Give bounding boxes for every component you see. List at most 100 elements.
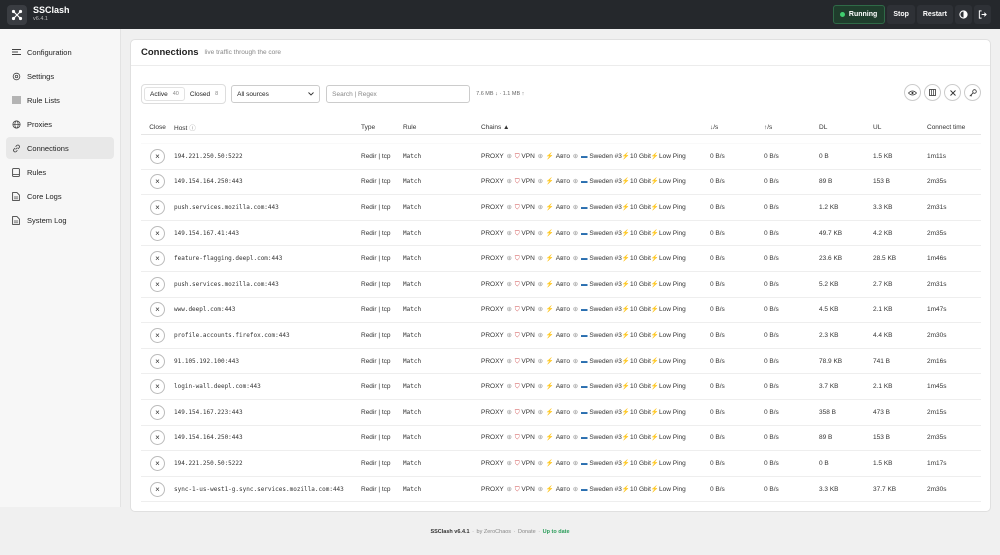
cell-chains: PROXY ⊕ ⛉ VPN ⊕ ⚡ Авто ⊕ ▬ Sweden #3⚡10 … bbox=[481, 177, 710, 186]
chain-arrow-icon: ⊕ bbox=[537, 280, 544, 288]
eye-icon[interactable] bbox=[904, 84, 921, 101]
sidebar-item-proxies[interactable]: Proxies bbox=[6, 113, 114, 135]
chain-arrow-icon: ⊕ bbox=[572, 203, 579, 211]
chain-tag: Low Ping bbox=[659, 331, 686, 339]
footer-author: by ZeroChaos bbox=[476, 529, 512, 535]
sidebar-item-settings[interactable]: Settings bbox=[6, 65, 114, 87]
columns-icon[interactable] bbox=[924, 84, 941, 101]
chain-vpn: VPN bbox=[521, 178, 535, 186]
chain-arrow-icon: ⊕ bbox=[572, 459, 579, 467]
link-icon bbox=[11, 143, 21, 153]
close-connection-button[interactable]: × bbox=[150, 199, 165, 215]
donate-link[interactable]: Donate bbox=[518, 529, 536, 535]
col-type[interactable]: Type bbox=[361, 124, 403, 131]
sidebar-item-connections[interactable]: Connections bbox=[6, 137, 114, 159]
chain-arrow-icon: ⊕ bbox=[572, 306, 579, 314]
bolt-icon: ⚡ bbox=[545, 229, 554, 237]
col-rule[interactable]: Rule bbox=[403, 124, 481, 131]
close-connection-button[interactable]: × bbox=[150, 379, 165, 395]
close-connection-button[interactable]: × bbox=[150, 430, 165, 446]
close-connection-button[interactable]: × bbox=[150, 148, 165, 164]
close-connection-button[interactable]: × bbox=[150, 481, 165, 497]
cell-type: Redir | tcp bbox=[361, 434, 391, 442]
bolt-icon: ⚡ bbox=[650, 459, 660, 467]
chain-proxy: PROXY bbox=[481, 178, 504, 186]
chain-node: Sweden #3 bbox=[589, 434, 622, 442]
cell-upload: 153 B bbox=[873, 178, 890, 186]
col-connect-time[interactable]: Connect time bbox=[927, 124, 981, 131]
close-connection-button[interactable]: × bbox=[150, 276, 165, 292]
cell-upload: 1.5 KB bbox=[873, 459, 893, 467]
sidebar-item-core-logs[interactable]: Core Logs bbox=[6, 185, 114, 207]
cell-upload: 28.5 KB bbox=[873, 255, 897, 263]
cell-connect-time: 1m47s bbox=[927, 306, 947, 314]
chain-tag: Low Ping bbox=[659, 357, 686, 365]
logout-icon[interactable] bbox=[974, 5, 991, 24]
close-connection-button[interactable]: × bbox=[150, 353, 165, 369]
col-upload-rate[interactable]: ↑/s bbox=[764, 124, 819, 131]
sidebar-item-rule-lists[interactable]: Rule Lists bbox=[6, 89, 114, 111]
chain-proxy: PROXY bbox=[481, 280, 504, 288]
shield-icon: ⛉ bbox=[514, 383, 520, 391]
chain-arrow-icon: ⊕ bbox=[506, 255, 512, 263]
sidebar-item-system-log[interactable]: System Log bbox=[6, 209, 114, 231]
cell-chains: PROXY ⊕ ⛉ VPN ⊕ ⚡ Авто ⊕ ▬ Sweden #3⚡10 … bbox=[481, 203, 710, 212]
close-connection-button[interactable]: × bbox=[150, 225, 165, 241]
cell-connect-time: 1m17s bbox=[927, 459, 947, 467]
shield-icon: ⛉ bbox=[514, 357, 520, 365]
col-chains[interactable]: Chains ▲ bbox=[481, 124, 710, 131]
chain-node: Sweden #3 bbox=[589, 306, 622, 314]
bolt-icon: ⚡ bbox=[545, 485, 554, 493]
flag-icon: ▬ bbox=[581, 306, 588, 314]
close-connection-button[interactable]: × bbox=[150, 174, 165, 190]
chain-arrow-icon: ⊕ bbox=[506, 229, 512, 237]
col-download[interactable]: DL bbox=[819, 124, 873, 131]
close-connection-button[interactable]: × bbox=[150, 302, 165, 318]
chain-arrow-icon: ⊕ bbox=[537, 229, 544, 237]
cell-download: 3.3 KB bbox=[819, 485, 839, 493]
tab-active[interactable]: Active 40 bbox=[144, 87, 185, 101]
restart-button[interactable]: Restart bbox=[916, 5, 953, 24]
col-host[interactable]: Host ⓘ bbox=[174, 122, 361, 132]
close-connection-button[interactable]: × bbox=[150, 404, 165, 420]
chain-auto: Авто bbox=[555, 485, 570, 493]
bolt-icon: ⚡ bbox=[545, 203, 554, 211]
close-connection-button[interactable]: × bbox=[150, 251, 165, 267]
chain-speed: 10 Gbit bbox=[629, 408, 651, 416]
col-download-rate[interactable]: ↓/s bbox=[710, 124, 764, 131]
chain-auto: Авто bbox=[555, 306, 570, 314]
col-upload[interactable]: UL bbox=[873, 124, 927, 131]
cell-connect-time: 2m15s bbox=[927, 408, 947, 416]
cell-connect-time: 2m31s bbox=[927, 280, 947, 288]
sidebar-item-label: Proxies bbox=[27, 119, 53, 129]
connections-toolbar: Active 40 Closed 8 All sources 7.6 MB ↓ … bbox=[141, 84, 981, 104]
close-connection-button[interactable]: × bbox=[150, 327, 165, 343]
chain-speed: 10 Gbit bbox=[629, 306, 651, 314]
key-icon[interactable] bbox=[964, 84, 981, 101]
sidebar-item-rules[interactable]: Rules bbox=[6, 161, 114, 183]
close-all-icon[interactable] bbox=[944, 84, 961, 101]
chain-auto: Авто bbox=[555, 434, 570, 442]
bolt-icon: ⚡ bbox=[621, 485, 630, 493]
chevron-down-icon bbox=[308, 91, 314, 98]
chain-speed: 10 Gbit bbox=[629, 357, 651, 365]
cell-host: profile.accounts.firefox.com:443 bbox=[174, 331, 290, 339]
chain-speed: 10 Gbit bbox=[629, 485, 651, 493]
tab-closed[interactable]: Closed 8 bbox=[185, 87, 223, 101]
sidebar-item-configuration[interactable]: Configuration bbox=[6, 41, 114, 63]
close-connection-button[interactable]: × bbox=[150, 455, 165, 471]
cell-rule: Match bbox=[403, 434, 422, 442]
chain-vpn: VPN bbox=[521, 357, 535, 365]
connections-table-body: × 194.221.250.50:5222 Redir | tcp Match PROX… bbox=[141, 135, 981, 504]
flag-icon: ▬ bbox=[581, 485, 588, 493]
theme-toggle-icon[interactable] bbox=[955, 5, 972, 24]
brand: SSClash v6.4.1 bbox=[33, 6, 70, 23]
cell-rule: Match bbox=[403, 331, 422, 339]
search-input[interactable] bbox=[326, 85, 471, 103]
stop-button[interactable]: Stop bbox=[887, 5, 915, 24]
cell-upload-rate: 0 B/s bbox=[764, 459, 779, 467]
chain-proxy: PROXY bbox=[481, 383, 504, 391]
cell-host: sync-1-us-west1-g.sync.services.mozilla.… bbox=[174, 485, 344, 493]
chain-arrow-icon: ⊕ bbox=[537, 485, 544, 493]
source-select[interactable]: All sources bbox=[231, 85, 321, 103]
